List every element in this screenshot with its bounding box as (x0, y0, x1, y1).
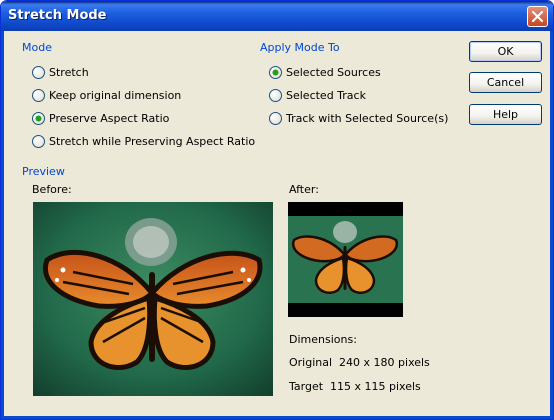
after-preview-image (288, 202, 403, 317)
close-button[interactable] (527, 6, 548, 27)
target-dimensions: Target 115 x 115 pixels (289, 380, 421, 393)
radio-circle (32, 88, 45, 102)
radio-preserve-aspect[interactable]: Preserve Aspect Ratio (32, 110, 169, 126)
dimensions-label: Dimensions: (289, 333, 357, 346)
after-label: After: (289, 183, 319, 196)
radio-track-with-sources[interactable]: Track with Selected Source(s) (269, 110, 448, 126)
radio-circle (32, 134, 45, 148)
radio-circle (32, 65, 45, 79)
radio-keep-original[interactable]: Keep original dimension (32, 87, 181, 103)
radio-stretch[interactable]: Stretch (32, 64, 89, 80)
radio-selected-track[interactable]: Selected Track (269, 87, 366, 103)
radio-selected-sources[interactable]: Selected Sources (269, 64, 381, 80)
before-preview-image (33, 202, 273, 396)
ok-button[interactable]: OK (469, 41, 542, 62)
before-label: Before: (32, 183, 72, 196)
title-bar[interactable]: Stretch Mode (1, 1, 553, 31)
radio-label: Keep original dimension (49, 88, 182, 102)
radio-label: Selected Track (286, 88, 366, 102)
radio-circle-checked (269, 65, 282, 79)
close-icon (532, 11, 543, 22)
dialog-title: Stretch Mode (8, 8, 107, 23)
cancel-button[interactable]: Cancel (469, 72, 542, 93)
radio-label: Preserve Aspect Ratio (49, 111, 170, 125)
apply-group-label: Apply Mode To (260, 41, 340, 54)
radio-label: Track with Selected Source(s) (286, 111, 449, 125)
radio-circle (269, 88, 282, 102)
help-button[interactable]: Help (469, 104, 542, 125)
preview-group-label: Preview (22, 165, 65, 178)
radio-label: Stretch (49, 65, 89, 79)
radio-label: Selected Sources (286, 65, 381, 79)
radio-circle-checked (32, 111, 45, 125)
radio-stretch-preserve[interactable]: Stretch while Preserving Aspect Ratio (32, 133, 255, 149)
stretch-mode-dialog: Stretch Mode Mode Stretch Keep original … (0, 0, 554, 420)
original-dimensions: Original 240 x 180 pixels (289, 356, 430, 369)
radio-circle (269, 111, 282, 125)
mode-group-label: Mode (22, 41, 52, 54)
radio-label: Stretch while Preserving Aspect Ratio (49, 134, 256, 148)
